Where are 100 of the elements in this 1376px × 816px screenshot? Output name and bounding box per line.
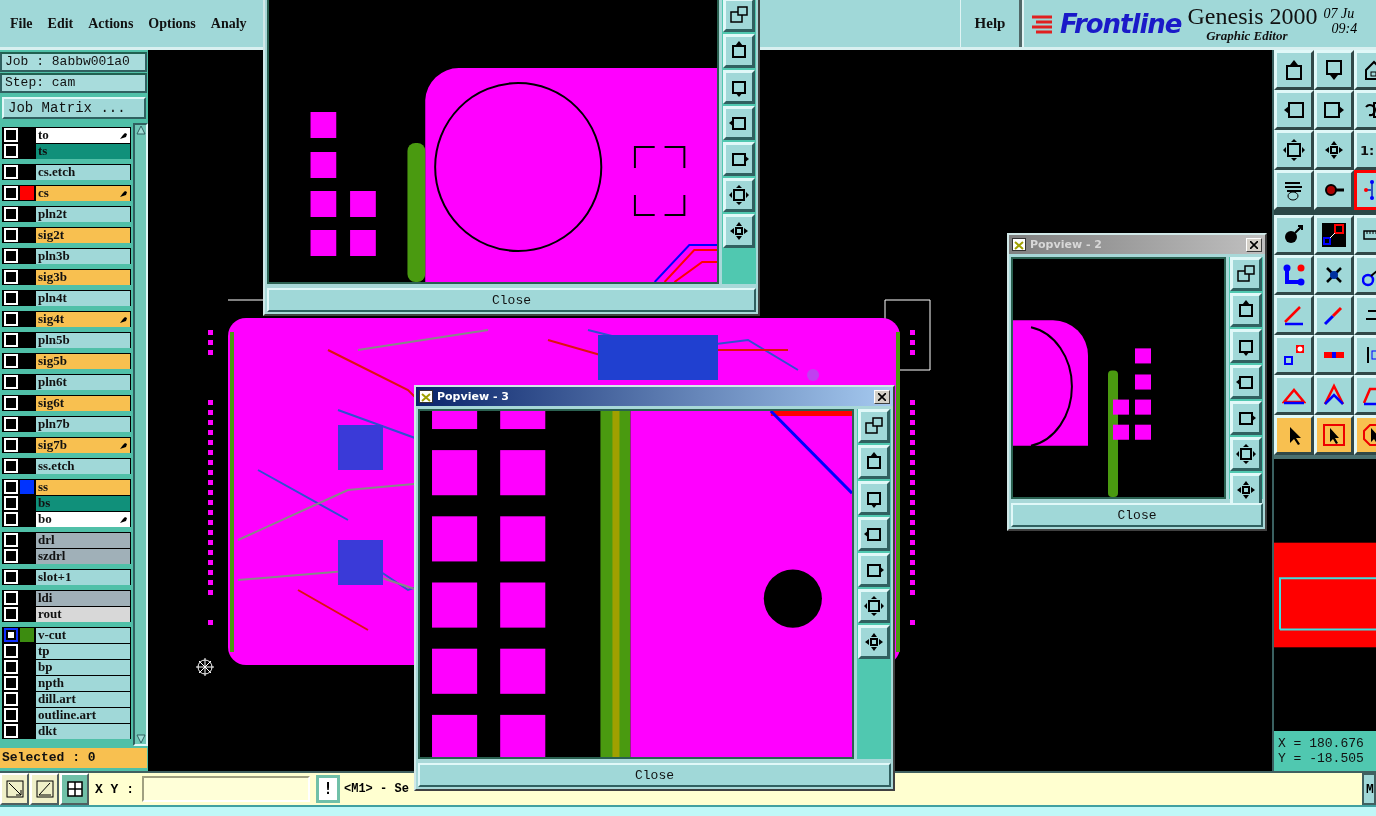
close-button[interactable] xyxy=(1246,237,1262,252)
fit-arrows-icon xyxy=(1235,443,1257,465)
layer-row[interactable]: outline.art xyxy=(36,707,130,723)
move-arrows-icon xyxy=(1235,479,1257,501)
close-button[interactable]: Close xyxy=(418,763,891,787)
layer-row[interactable]: ss.etch xyxy=(36,458,130,474)
pointer-in-square-icon xyxy=(1322,423,1346,447)
zoom-window-icon xyxy=(1235,263,1257,285)
window-title: Popview - 3 xyxy=(437,390,510,403)
layer-name: slot+1 xyxy=(38,569,72,585)
layer-row[interactable]: dkt xyxy=(36,723,130,739)
menu-item[interactable]: Options xyxy=(133,15,196,32)
scrollbar[interactable] xyxy=(133,123,148,746)
help-button[interactable]: Help xyxy=(960,0,1022,47)
view-button[interactable] xyxy=(1230,365,1262,399)
layer-row[interactable]: bp xyxy=(36,659,130,675)
view-button[interactable] xyxy=(723,142,755,176)
double-peak-icon xyxy=(1322,383,1346,407)
layer-name: ss xyxy=(38,479,49,495)
layer-name: cs.etch xyxy=(38,164,76,180)
menu-item[interactable]: File xyxy=(4,15,33,32)
layer-row[interactable]: cs.etch xyxy=(36,164,130,180)
view-button[interactable] xyxy=(858,589,890,623)
job-field: Job : 8abbw001a0 xyxy=(0,52,147,72)
layer-row[interactable]: npth xyxy=(36,675,130,691)
layer-row[interactable]: sig3b xyxy=(36,269,130,285)
menu-item[interactable]: Actions xyxy=(73,15,134,32)
layer-row[interactable]: pln3b xyxy=(36,248,130,264)
layer-row[interactable]: rout xyxy=(36,606,130,622)
layer-row[interactable]: pln4t xyxy=(36,290,130,306)
layer-row[interactable]: tp xyxy=(36,643,130,659)
layer-row[interactable]: cs xyxy=(36,185,130,201)
layer-row[interactable]: pln2t xyxy=(36,206,130,222)
step-field: Step: cam xyxy=(0,73,147,93)
layer-name: drl xyxy=(38,532,55,548)
view-button[interactable] xyxy=(1230,437,1262,471)
layer-row[interactable]: v-cut xyxy=(36,627,130,643)
view-button[interactable] xyxy=(1230,293,1262,327)
layer-row[interactable]: pln5b xyxy=(36,332,130,348)
job-matrix-button[interactable]: Job Matrix ... xyxy=(2,97,146,119)
close-button[interactable]: Close xyxy=(1011,503,1263,527)
angle-button[interactable] xyxy=(30,773,59,805)
layer-row[interactable]: sig6t xyxy=(36,395,130,411)
view-button[interactable] xyxy=(858,409,890,443)
layer-checkbox[interactable] xyxy=(4,628,18,642)
view-button[interactable] xyxy=(723,214,755,248)
view-button[interactable] xyxy=(1230,329,1262,363)
view-button[interactable] xyxy=(858,445,890,479)
view-button[interactable] xyxy=(858,625,890,659)
down-arrow-icon xyxy=(135,734,146,744)
layer-row[interactable]: sig2t xyxy=(36,227,130,243)
view-button[interactable] xyxy=(1230,401,1262,435)
layer-name: pln4t xyxy=(38,290,67,306)
view-button[interactable] xyxy=(723,0,755,32)
layer-row[interactable]: szdrl xyxy=(36,548,130,564)
layer-row[interactable]: pln7b xyxy=(36,416,130,432)
layer-row[interactable]: slot+1 xyxy=(36,569,130,585)
view-button[interactable] xyxy=(723,34,755,68)
view-button[interactable] xyxy=(723,106,755,140)
menu-item[interactable]: Edit xyxy=(32,15,74,32)
menu-button[interactable]: M xyxy=(1362,773,1376,805)
layer-name: sig2t xyxy=(38,227,64,243)
window-title: Popview - 2 xyxy=(1030,238,1103,251)
layer-row[interactable]: ss xyxy=(36,479,130,495)
layer-row[interactable]: bs xyxy=(36,495,130,511)
layer-name: bs xyxy=(38,495,51,511)
view-button[interactable] xyxy=(723,178,755,212)
layer-row[interactable]: bo xyxy=(36,511,130,527)
menu-item[interactable]: Analy xyxy=(195,15,247,32)
view-button[interactable] xyxy=(1230,257,1262,291)
layer-row[interactable]: sig7b xyxy=(36,437,130,453)
logo: Frontline xyxy=(1060,8,1182,39)
fit-arrows-icon xyxy=(1282,138,1306,162)
grid-button[interactable] xyxy=(60,773,89,805)
measure-button[interactable] xyxy=(0,773,29,805)
view-button[interactable] xyxy=(858,481,890,515)
close-button[interactable] xyxy=(874,389,890,404)
close-button[interactable]: Close xyxy=(267,288,756,312)
layer-row[interactable]: drl xyxy=(36,532,130,548)
layer-row[interactable]: ts xyxy=(36,143,130,159)
view-button[interactable] xyxy=(858,517,890,551)
x-coordinate: X = 180.676 xyxy=(1278,736,1365,751)
view-button[interactable] xyxy=(858,553,890,587)
alert-button[interactable]: ! xyxy=(316,775,340,803)
layer-row[interactable]: dill.art xyxy=(36,691,130,707)
linked-squares-icon xyxy=(1322,223,1346,247)
status-message: <M1> - Se xyxy=(344,782,410,796)
layer-name: ldi xyxy=(38,590,53,606)
layer-name: to xyxy=(38,127,49,143)
layer-row[interactable]: sig4t xyxy=(36,311,130,327)
xy-input-field[interactable] xyxy=(142,776,310,802)
layer-row[interactable]: pln6t xyxy=(36,374,130,390)
zoom-window-icon xyxy=(863,415,885,437)
app-title: Genesis 2000 xyxy=(1187,3,1318,28)
tool-button[interactable]: 1: xyxy=(1354,130,1376,170)
layer-row[interactable]: sig5b xyxy=(36,353,130,369)
view-button[interactable] xyxy=(723,70,755,104)
layer-name: sig5b xyxy=(38,353,67,369)
layer-row[interactable]: ldi xyxy=(36,590,130,606)
layer-row[interactable]: to xyxy=(36,127,130,143)
